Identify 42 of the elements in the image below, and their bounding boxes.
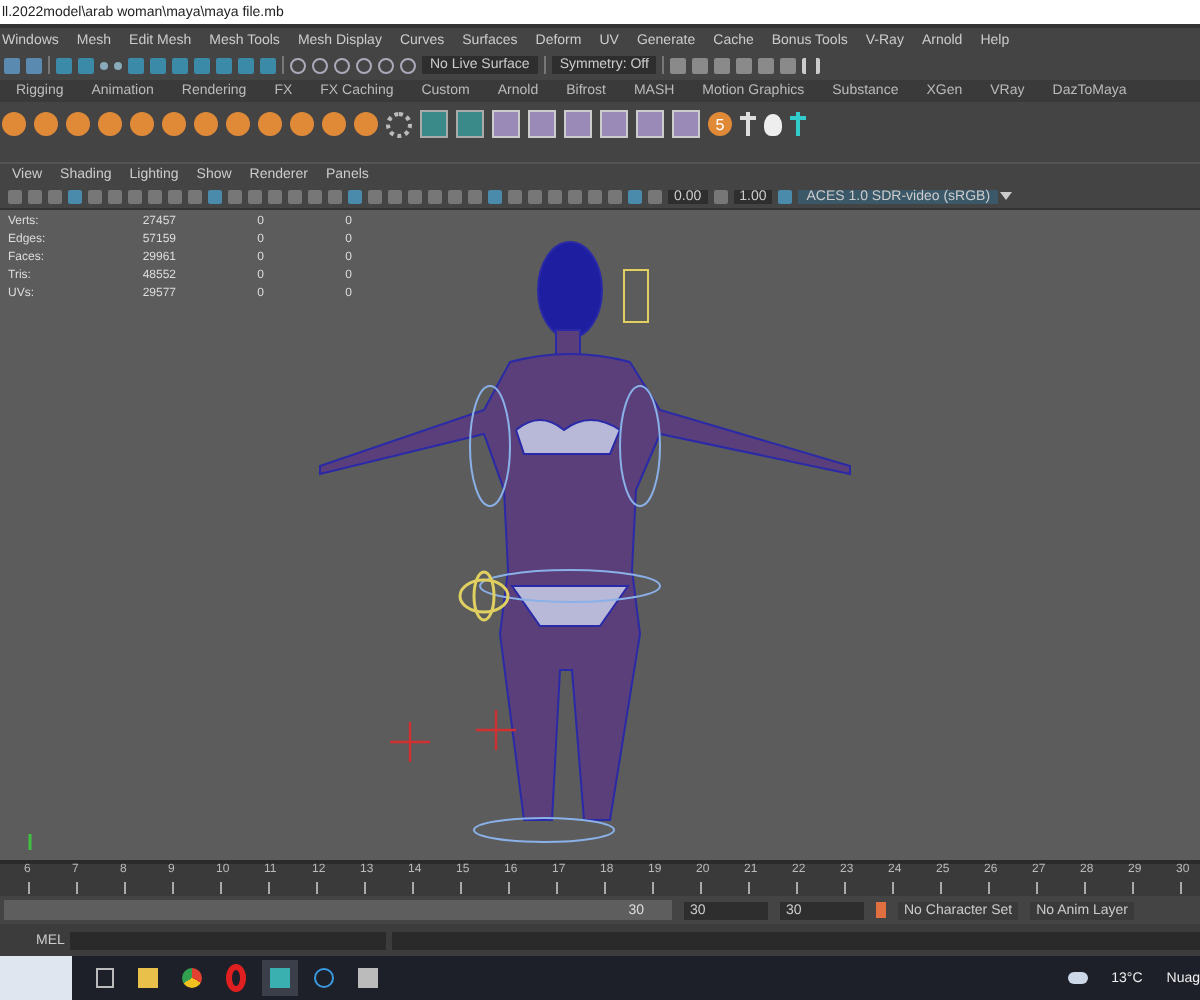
skull-icon[interactable] bbox=[764, 113, 782, 135]
dropdown-arrow-icon[interactable] bbox=[1000, 192, 1013, 200]
shelf-tool-icon[interactable] bbox=[672, 110, 700, 138]
pause-icon[interactable] bbox=[802, 57, 821, 73]
face-controller-icon bbox=[623, 269, 649, 323]
sphere-icon[interactable] bbox=[354, 112, 378, 136]
pivot-ring-icon bbox=[458, 570, 510, 622]
sphere-icon[interactable] bbox=[98, 112, 122, 136]
cross-icon[interactable] bbox=[790, 112, 806, 136]
sphere-icon[interactable] bbox=[226, 112, 250, 136]
task-view-icon[interactable] bbox=[96, 968, 114, 988]
shelf-tool-icon[interactable] bbox=[492, 110, 520, 138]
control-ring-icon bbox=[469, 385, 511, 507]
control-ring-icon bbox=[473, 817, 615, 843]
gear-icon[interactable] bbox=[386, 111, 412, 137]
sphere-icon[interactable] bbox=[194, 112, 218, 136]
sphere-icon[interactable] bbox=[2, 112, 26, 136]
locator-icon bbox=[390, 722, 430, 762]
sphere-icon[interactable] bbox=[258, 112, 282, 136]
app-icon[interactable] bbox=[314, 968, 334, 988]
shelf-tool-icon[interactable] bbox=[564, 110, 592, 138]
gamma-icon[interactable] bbox=[713, 189, 728, 203]
cloud-icon bbox=[1067, 972, 1088, 984]
grid-icon[interactable] bbox=[456, 110, 484, 138]
browser-icon[interactable] bbox=[182, 968, 202, 988]
sphere-icon[interactable] bbox=[162, 112, 186, 136]
sphere-icon[interactable] bbox=[130, 112, 154, 136]
lasso-tool-icon[interactable] bbox=[26, 57, 42, 73]
sphere-icon[interactable] bbox=[66, 112, 90, 136]
shelf-tool-icon[interactable] bbox=[636, 110, 664, 138]
shelf-tool-icon[interactable] bbox=[528, 110, 556, 138]
sphere-icon[interactable] bbox=[290, 112, 314, 136]
color-management-icon[interactable] bbox=[778, 189, 793, 203]
cross-icon[interactable] bbox=[740, 112, 756, 136]
control-ring-icon bbox=[479, 569, 661, 603]
control-ring-icon bbox=[619, 385, 661, 507]
sphere-icon[interactable] bbox=[322, 112, 346, 136]
shelf-tool-icon[interactable] bbox=[600, 110, 628, 138]
sphere-icon[interactable] bbox=[34, 112, 58, 136]
exposure-icon[interactable] bbox=[648, 189, 662, 203]
select-tool-icon[interactable] bbox=[4, 57, 20, 73]
locator-icon bbox=[476, 710, 516, 750]
